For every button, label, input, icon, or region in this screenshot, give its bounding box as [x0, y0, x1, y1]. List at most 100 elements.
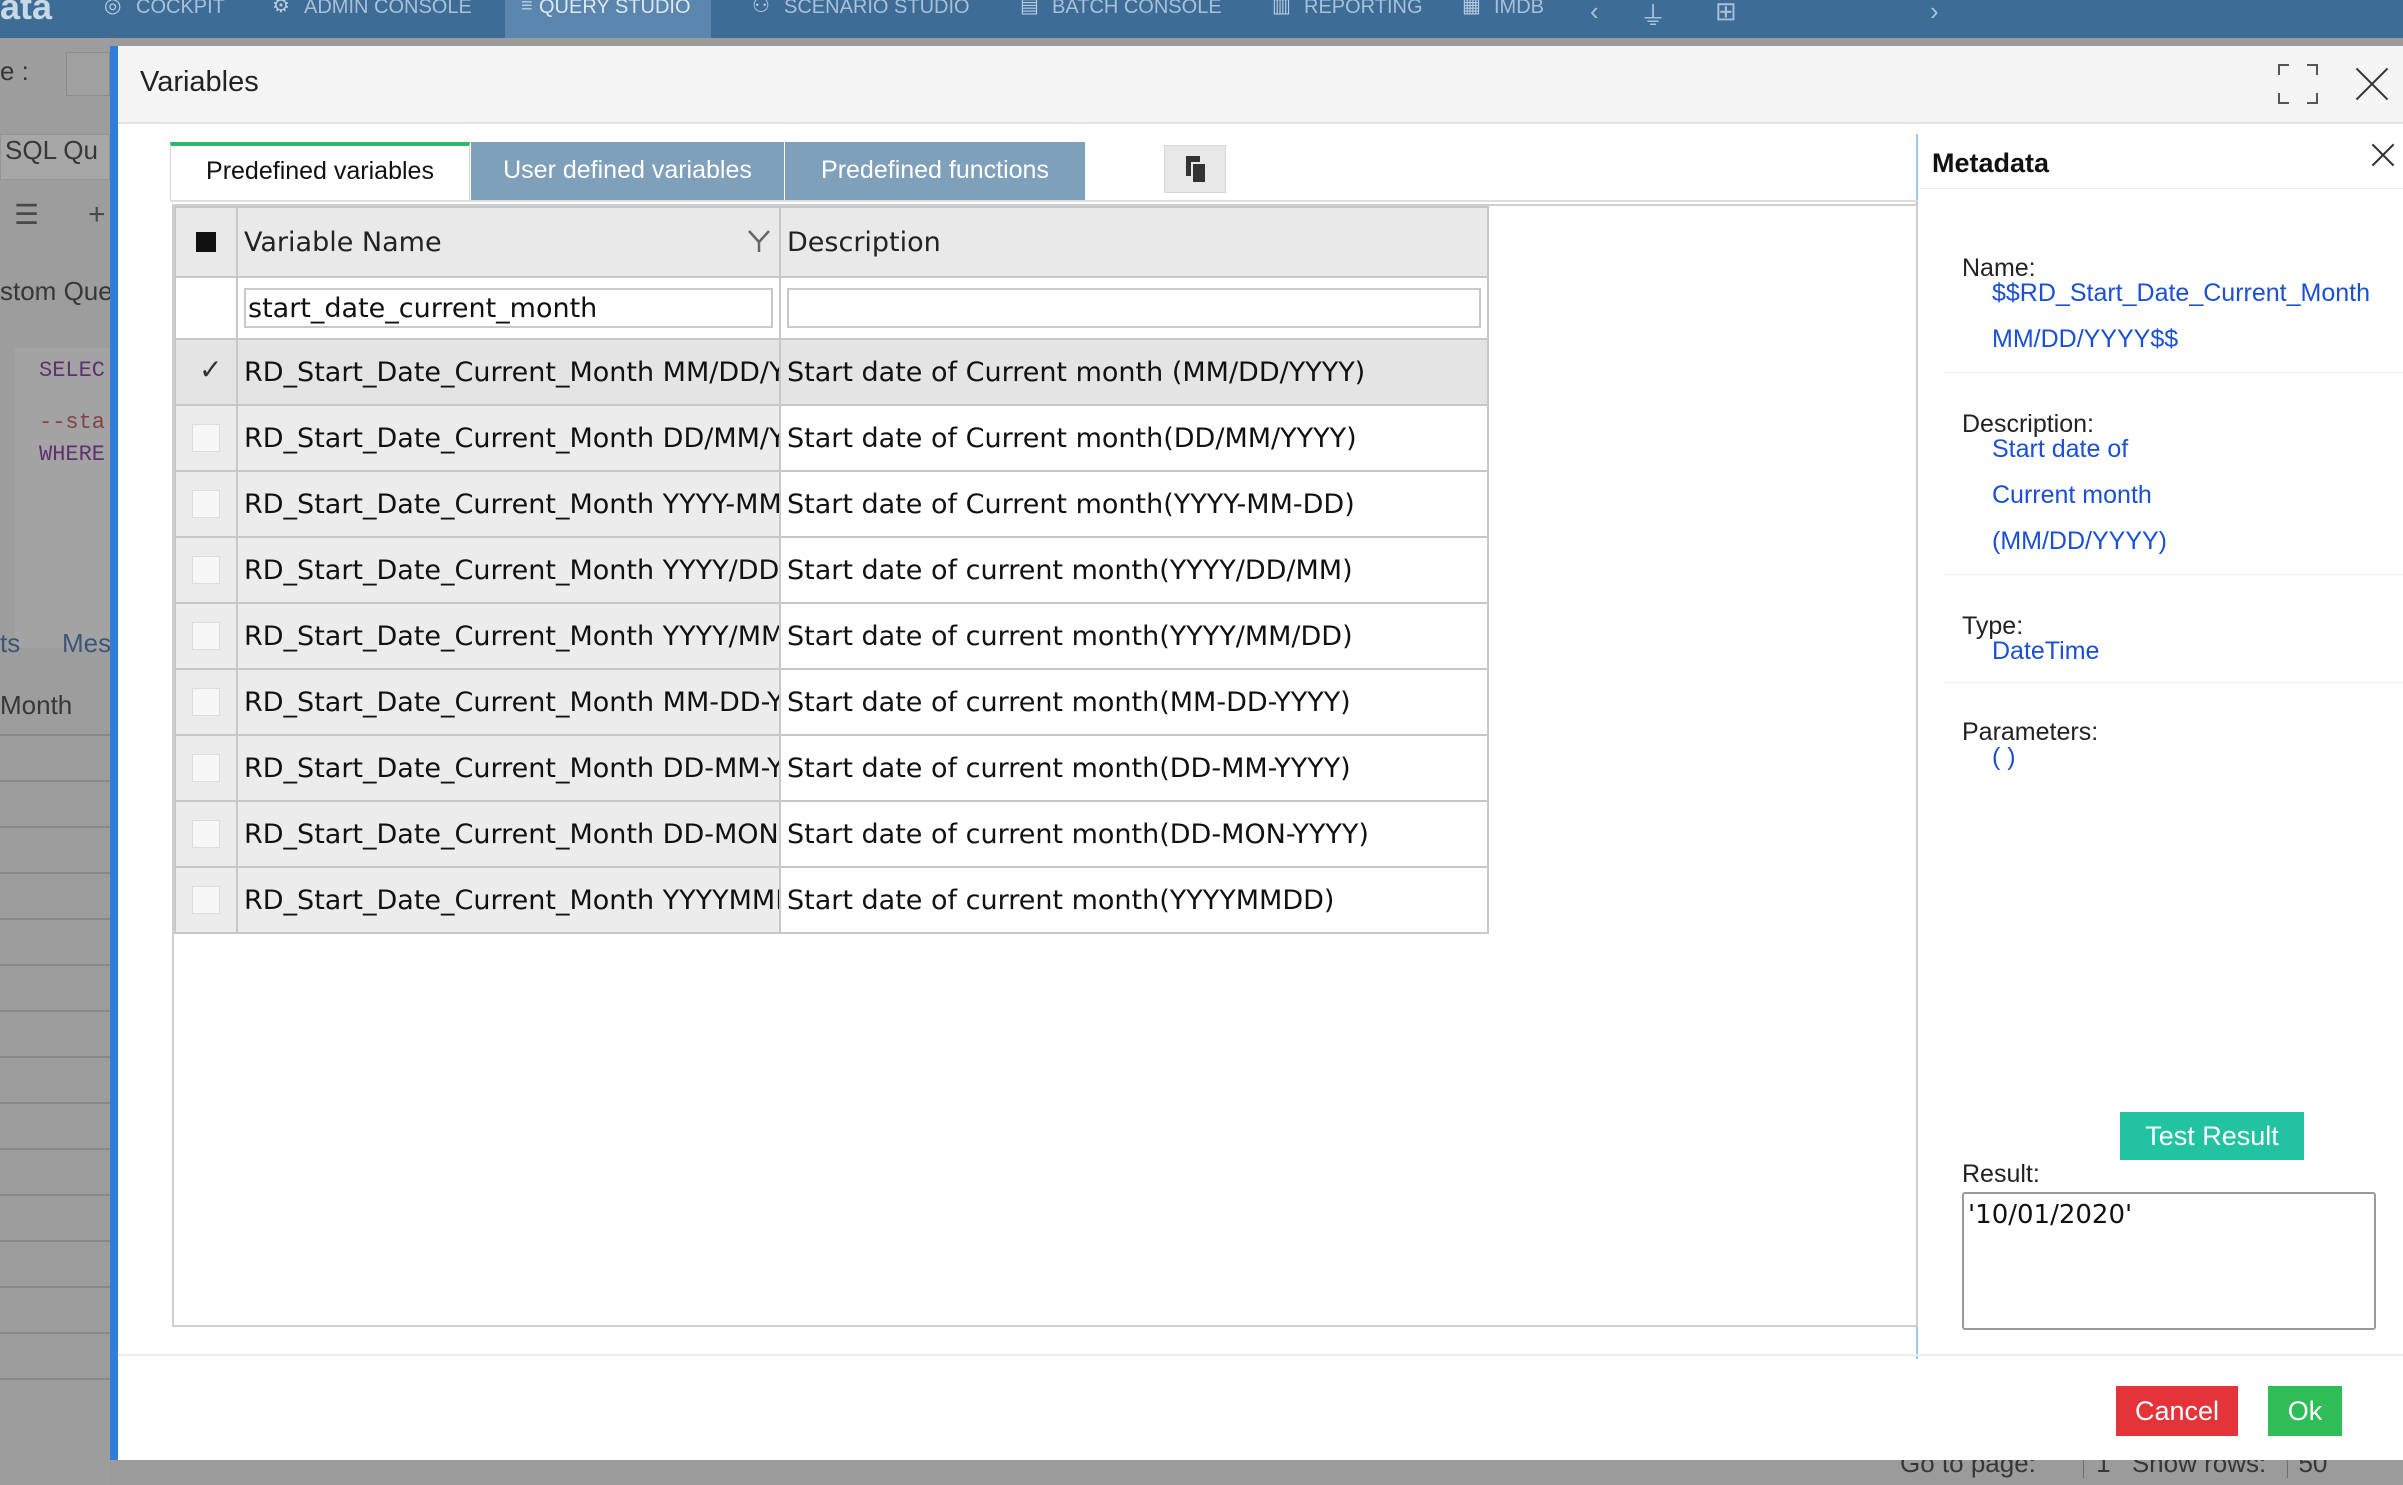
metadata-panel: Metadata Name: $$RD_Start_Date_Current_M…	[1920, 134, 2403, 1350]
table-row[interactable]: RD_Start_Date_Current_Month YYYY/MM/DD S…	[174, 602, 1489, 670]
description-filter-input[interactable]	[787, 288, 1481, 328]
variable-name-cell: RD_Start_Date_Current_Month DD-MON-YYYY	[236, 800, 781, 868]
variable-name: RD_Start_Date_Current_Month YYYY/DD/MM	[244, 554, 780, 586]
nav-item-cockpit[interactable]: ◎ COCKPIT	[102, 0, 225, 38]
variable-name-cell: RD_Start_Date_Current_Month YYYY/MM/DD	[236, 602, 781, 670]
variable-description: Start date of Current month(DD/MM/YYYY)	[787, 422, 1357, 454]
table-row[interactable]: RD_Start_Date_Current_Month YYYY/DD/MM S…	[174, 536, 1489, 604]
result-label: Result:	[1962, 1160, 2040, 1188]
row-checkbox[interactable]	[192, 622, 220, 650]
row-checkbox[interactable]: ✓	[192, 354, 222, 386]
filter-row-spacer	[174, 276, 238, 340]
table-row[interactable]: RD_Start_Date_Current_Month DD/MM/YYYY S…	[174, 404, 1489, 472]
check-icon: ✓	[199, 354, 223, 385]
nav-item-reporting[interactable]: ▥ REPORTING	[1270, 0, 1423, 38]
nav-label-scenario-studio: SCENARIO STUDIO	[784, 0, 970, 18]
metadata-divider	[1920, 188, 2403, 189]
variable-description: Start date of Current month (MM/DD/YYYY)	[787, 356, 1366, 388]
nav-item-scenario-studio[interactable]: ⚇ SCENARIO STUDIO	[750, 0, 970, 38]
nav-item-query-studio[interactable]: ≡ QUERY STUDIO	[505, 0, 711, 38]
tab-predefined-variables[interactable]: Predefined variables	[170, 142, 470, 200]
row-checkbox[interactable]	[192, 754, 220, 782]
cockpit-icon: ◎	[104, 0, 122, 17]
imdb-icon: ▦	[1462, 0, 1481, 17]
row-checkbox[interactable]	[192, 820, 220, 848]
nav-item-imdb[interactable]: ▦ IMDB	[1460, 0, 1544, 38]
table-row[interactable]: RD_Start_Date_Current_Month YYYYMMDD Sta…	[174, 866, 1489, 934]
name-filter-cell	[236, 276, 781, 340]
metadata-separator	[1944, 574, 2403, 575]
maximize-icon[interactable]	[2278, 64, 2318, 104]
variables-dialog: Variables Predefined variables User defi…	[110, 46, 2403, 1460]
grid-header-row: Variable Name Description	[174, 206, 1489, 278]
table-row[interactable]: RD_Start_Date_Current_Month DD-MON-YYYY …	[174, 800, 1489, 868]
variable-description: Start date of Current month(YYYY-MM-DD)	[787, 488, 1355, 520]
metadata-separator	[1944, 372, 2403, 373]
cancel-button[interactable]: Cancel	[2116, 1386, 2238, 1436]
metadata-parameters-value: ( )	[1992, 743, 2016, 771]
variable-name: RD_Start_Date_Current_Month MM-DD-YYYY	[244, 686, 780, 718]
variable-name-filter-input[interactable]	[244, 288, 773, 328]
add-panel-icon[interactable]: ⊞	[1715, 0, 1737, 27]
variable-description: Start date of current month(YYYY/MM/DD)	[787, 620, 1353, 652]
close-icon[interactable]	[2350, 62, 2394, 106]
column-header-variable-name[interactable]: Variable Name	[236, 206, 781, 278]
bar-chart-icon: ▥	[1272, 0, 1291, 17]
close-metadata-icon[interactable]	[2368, 140, 2398, 170]
nav-label-imdb: IMDB	[1494, 0, 1544, 18]
metadata-name-value: $$RD_Start_Date_Current_Month MM/DD/YYYY…	[1992, 279, 2370, 353]
variables-grid: Variable Name Description start_date_cur…	[172, 204, 1918, 1327]
row-checkbox-cell: ✓	[174, 338, 238, 406]
description-cell: Start date of current month(YYYYMMDD)	[779, 866, 1489, 934]
table-row[interactable]: RD_Start_Date_Current_Month MM-DD-YYYY S…	[174, 668, 1489, 736]
maximize-corner	[2278, 93, 2289, 104]
table-row[interactable]: RD_Start_Date_Current_Month DD-MM-YYYY S…	[174, 734, 1489, 802]
maximize-corner	[2278, 64, 2289, 75]
nav-label-query-studio: QUERY STUDIO	[539, 0, 691, 18]
select-all-checkbox[interactable]	[196, 232, 216, 252]
metadata-separator	[1944, 682, 2403, 683]
dialog-title: Variables	[140, 66, 259, 98]
nav-item-admin-console[interactable]: ⚙ ADMIN CONSOLE	[270, 0, 472, 38]
description-cell: Start date of current month(DD-MON-YYYY)	[779, 800, 1489, 868]
maximize-corner	[2307, 93, 2318, 104]
row-checkbox-cell	[174, 866, 238, 934]
metadata-parameters-label: Parameters:	[1962, 718, 2099, 746]
chevron-left-icon[interactable]: ‹	[1590, 0, 1599, 27]
column-header-label: Variable Name	[244, 226, 442, 258]
column-header-label: Description	[787, 226, 941, 258]
row-checkbox-cell	[174, 800, 238, 868]
variable-name-cell: RD_Start_Date_Current_Month DD-MM-YYYY	[236, 734, 781, 802]
copy-button[interactable]	[1164, 145, 1226, 193]
row-checkbox[interactable]	[192, 556, 220, 584]
filter-icon[interactable]	[747, 228, 771, 254]
presentation-icon[interactable]: ⏚	[1640, 0, 1666, 33]
variable-description: Start date of current month(YYYYMMDD)	[787, 884, 1335, 916]
dialog-header: Variables	[118, 46, 2403, 124]
tab-predefined-functions[interactable]: Predefined functions	[785, 142, 1085, 200]
column-header-description[interactable]: Description	[779, 206, 1489, 278]
row-checkbox[interactable]	[192, 424, 220, 452]
row-checkbox[interactable]	[192, 886, 220, 914]
variable-name-cell: RD_Start_Date_Current_Month YYYY-MM-DD	[236, 470, 781, 538]
nav-label-batch-console: BATCH CONSOLE	[1052, 0, 1222, 18]
row-checkbox-cell	[174, 602, 238, 670]
result-output[interactable]: '10/01/2020'	[1962, 1192, 2376, 1330]
row-checkbox[interactable]	[192, 490, 220, 518]
variable-name: RD_Start_Date_Current_Month DD/MM/YYYY	[244, 422, 780, 454]
variable-name-cell: RD_Start_Date_Current_Month MM/DD/YYYY	[236, 338, 781, 406]
description-cell: Start date of current month(YYYY/DD/MM)	[779, 536, 1489, 604]
tab-user-defined-variables[interactable]: User defined variables	[471, 142, 784, 200]
table-row[interactable]: RD_Start_Date_Current_Month YYYY-MM-DD S…	[174, 470, 1489, 538]
chevron-right-icon[interactable]: ›	[1930, 0, 1939, 27]
variable-name-cell: RD_Start_Date_Current_Month MM-DD-YYYY	[236, 668, 781, 736]
variable-name-cell: RD_Start_Date_Current_Month YYYYMMDD	[236, 866, 781, 934]
variables-pane: Predefined variables User defined variab…	[148, 134, 1918, 1359]
nav-item-batch-console[interactable]: ▤ BATCH CONSOLE	[1018, 0, 1222, 38]
row-checkbox[interactable]	[192, 688, 220, 716]
test-result-button[interactable]: Test Result	[2120, 1112, 2304, 1160]
table-row[interactable]: ✓ RD_Start_Date_Current_Month MM/DD/YYYY…	[174, 338, 1489, 406]
copy-icon	[1186, 156, 1207, 184]
brand-logo: ata	[0, 0, 53, 27]
ok-button[interactable]: Ok	[2268, 1386, 2342, 1436]
